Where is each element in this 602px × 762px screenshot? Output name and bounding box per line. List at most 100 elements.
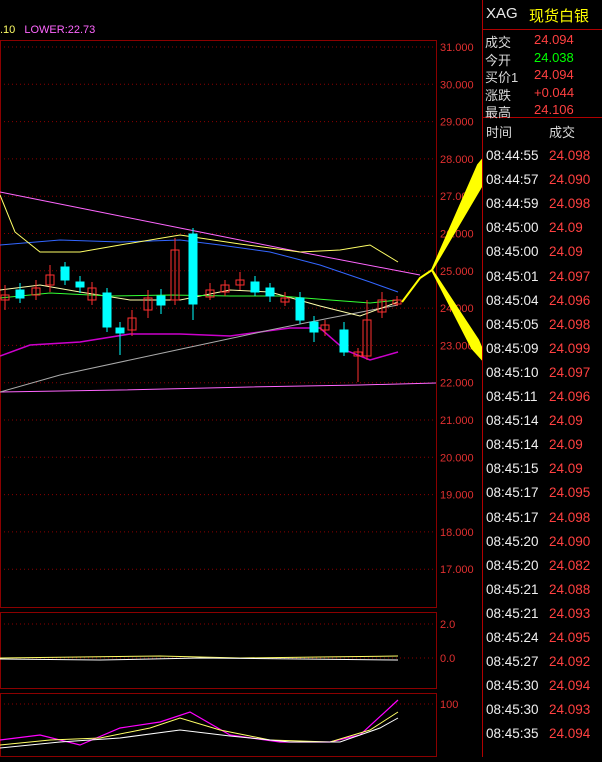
trade-time: 08:45:00 xyxy=(486,244,539,260)
trade-time: 08:45:01 xyxy=(486,268,539,284)
sub-tick-label: 0.0 xyxy=(440,653,455,665)
quote-value: +0.044 xyxy=(534,84,575,100)
trade-price: 24.092 xyxy=(549,654,591,670)
trade-row: 08:45:04 24.096 xyxy=(483,290,602,314)
trend-line-lower xyxy=(0,382,437,393)
price-tick-label: 18.000 xyxy=(440,527,474,539)
trade-price: 24.096 xyxy=(549,292,591,308)
trade-row: 08:45:14 24.09 xyxy=(483,434,602,458)
boll-upper-line xyxy=(0,194,399,263)
trend-line-upper xyxy=(0,191,421,276)
trade-time: 08:45:17 xyxy=(486,485,539,501)
trade-row: 08:45:00 24.09 xyxy=(483,241,602,265)
trade-price: 24.095 xyxy=(549,485,591,501)
trade-row: 08:45:11 24.096 xyxy=(483,386,602,410)
trade-price: 24.096 xyxy=(549,389,591,404)
boll-lower-value: LOWER:22.73 xyxy=(24,24,96,36)
trade-price: 24.093 xyxy=(549,605,591,621)
trade-time: 08:44:59 xyxy=(486,196,539,212)
sub2-k-line xyxy=(0,699,399,746)
quote-row: 今开 24.038 xyxy=(483,50,602,68)
indicator-value: .10 xyxy=(0,24,16,36)
trade-price: 24.094 xyxy=(549,726,591,742)
trade-time: 08:45:17 xyxy=(486,509,539,525)
price-tick-label: 19.000 xyxy=(440,490,474,502)
price-tick-label: 28.000 xyxy=(440,154,474,166)
trade-time: 08:45:27 xyxy=(486,654,539,670)
sub-panel-1-frame xyxy=(0,612,437,689)
quote-value: 24.038 xyxy=(534,49,574,65)
trade-time: 08:45:24 xyxy=(486,630,539,645)
kline-chart[interactable]: 31.00030.00029.00028.00027.00026.00025.0… xyxy=(0,0,602,757)
price-tick-label: 22.000 xyxy=(440,378,474,390)
price-tick-label: 25.000 xyxy=(440,266,474,278)
trade-row: 08:45:30 24.094 xyxy=(483,675,602,699)
trade-row: 08:44:55 24.098 xyxy=(483,145,602,169)
quote-label: 涨跌 xyxy=(485,87,512,103)
annotation-arrow xyxy=(431,144,494,271)
trade-price: 24.09 xyxy=(549,437,583,453)
quote-label: 今开 xyxy=(485,52,512,68)
ma-long-line xyxy=(0,304,399,393)
price-tick-label: 29.000 xyxy=(440,117,474,129)
candle-body xyxy=(75,281,85,288)
sub-tick-label: 100 xyxy=(440,699,458,711)
trade-time: 08:45:09 xyxy=(486,340,539,356)
trade-row: 08:45:35 24.094 xyxy=(483,723,602,747)
trade-row: 08:45:20 24.082 xyxy=(483,555,602,579)
col-time-label: 时间 xyxy=(486,125,513,140)
candle-body xyxy=(60,266,70,281)
trade-row: 08:45:01 24.097 xyxy=(483,266,602,290)
trade-time: 08:45:21 xyxy=(486,605,539,621)
trade-time: 08:45:11 xyxy=(486,389,538,404)
trade-price: 24.094 xyxy=(549,678,591,694)
trade-price: 24.090 xyxy=(549,533,591,549)
ma-mid-line xyxy=(0,292,399,304)
trade-time: 08:45:04 xyxy=(486,292,539,308)
trade-row: 08:45:21 24.093 xyxy=(483,603,602,627)
trade-row: 08:45:10 24.097 xyxy=(483,362,602,386)
trade-row: 08:45:30 24.093 xyxy=(483,699,602,723)
candle-body xyxy=(309,321,319,333)
trade-time: 08:45:35 xyxy=(486,726,539,742)
quote-value: 24.106 xyxy=(534,102,574,117)
trade-time: 08:45:30 xyxy=(486,678,539,694)
trade-price: 24.09 xyxy=(549,244,583,260)
price-tick-label: 30.000 xyxy=(440,79,474,91)
quote-label: 买价1 xyxy=(485,70,519,85)
trade-time: 08:44:57 xyxy=(486,172,539,188)
candle-body xyxy=(188,233,198,305)
trade-price: 24.097 xyxy=(549,364,591,380)
trade-time: 08:45:05 xyxy=(486,316,539,332)
trade-price: 24.09 xyxy=(549,220,583,236)
candle-body xyxy=(15,289,25,299)
candle-body xyxy=(339,329,349,353)
trade-row: 08:45:00 24.09 xyxy=(483,217,602,241)
trade-row: 08:45:15 24.09 xyxy=(483,458,602,482)
sub1-signal-line xyxy=(0,657,399,661)
candle-body xyxy=(265,287,275,297)
trade-price: 24.098 xyxy=(549,196,591,212)
trade-time: 08:45:21 xyxy=(486,581,539,597)
trade-time: 08:45:20 xyxy=(486,533,539,549)
indicator-readout: .10 LOWER:22.73 xyxy=(0,24,95,36)
trade-row: 08:45:14 24.09 xyxy=(483,410,602,434)
candle-body xyxy=(295,297,305,321)
trade-time: 08:45:10 xyxy=(486,364,539,380)
kline-chart-area[interactable]: .10 LOWER:22.73 31.000 30.000 29.000 28.000… xyxy=(0,0,602,757)
trade-row: 08:45:24 24.095 xyxy=(483,627,602,651)
trade-price: 24.09 xyxy=(549,461,583,477)
trade-row: 08:45:17 24.095 xyxy=(483,482,602,506)
boll-lower-line xyxy=(0,327,399,361)
price-tick-label: 31.000 xyxy=(440,42,474,54)
trade-price: 24.090 xyxy=(549,172,591,188)
annotation-arrow xyxy=(431,269,491,369)
boll-mid-line xyxy=(0,239,399,293)
trade-time: 08:45:30 xyxy=(486,702,539,718)
trade-row: 08:45:21 24.088 xyxy=(483,579,602,603)
trade-price: 24.093 xyxy=(549,702,591,718)
trade-price: 24.099 xyxy=(549,340,591,356)
quote-row: 买价1 24.094 xyxy=(483,67,602,85)
trade-time: 08:44:55 xyxy=(486,148,539,163)
trade-price: 24.098 xyxy=(549,509,591,525)
